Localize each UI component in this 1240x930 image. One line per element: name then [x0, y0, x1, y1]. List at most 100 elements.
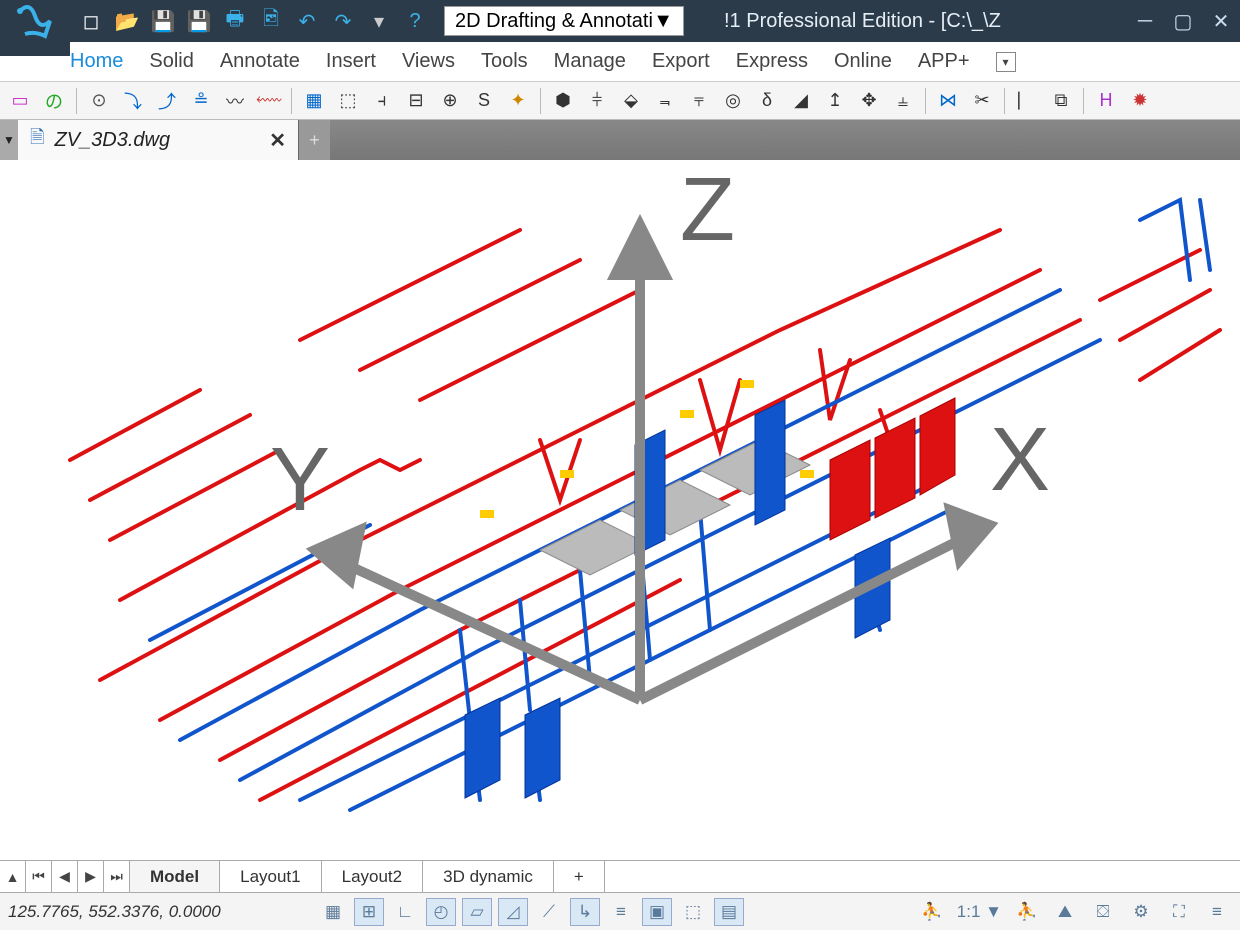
- status-person-button[interactable]: ⛹: [1012, 898, 1042, 926]
- tool-array[interactable]: ⫬: [651, 87, 679, 115]
- status-menu-button[interactable]: ≡: [1202, 898, 1232, 926]
- close-button[interactable]: ✕: [1202, 0, 1240, 42]
- open-icon[interactable]: 📂: [114, 8, 140, 34]
- menu-overflow-button[interactable]: ▾: [996, 52, 1016, 72]
- save-icon[interactable]: 💾: [150, 8, 176, 34]
- layout-tab-layout2[interactable]: Layout2: [322, 861, 424, 892]
- status-gear-button[interactable]: ⚙: [1126, 898, 1156, 926]
- tool-valve[interactable]: ⋈: [934, 87, 962, 115]
- status-lwt[interactable]: ▣: [642, 898, 672, 926]
- layout-tab-layout1[interactable]: Layout1: [220, 861, 322, 892]
- tool-polyline[interactable]: の: [40, 87, 68, 115]
- tool-hatch[interactable]: ✦: [504, 87, 532, 115]
- status-snap[interactable]: ⊞: [354, 898, 384, 926]
- layout-tab-model[interactable]: Model: [130, 861, 220, 892]
- tool-scale[interactable]: ✥: [855, 87, 883, 115]
- tab-close-icon[interactable]: ✕: [269, 128, 286, 153]
- app-logo[interactable]: [0, 0, 70, 56]
- status-polar[interactable]: ◴: [426, 898, 456, 926]
- status-fullscreen-button[interactable]: ⛶: [1164, 898, 1194, 926]
- new-icon[interactable]: ◻: [78, 8, 104, 34]
- menu-online[interactable]: Online: [834, 50, 892, 73]
- tool-grid[interactable]: ⧉: [1047, 87, 1075, 115]
- minimize-button[interactable]: ─: [1126, 0, 1164, 42]
- status-walk-button[interactable]: ⛰: [1050, 898, 1080, 926]
- menu-export[interactable]: Export: [652, 50, 710, 73]
- redo-icon[interactable]: ↷: [330, 8, 356, 34]
- menu-views[interactable]: Views: [402, 50, 455, 73]
- tool-extrude[interactable]: ⫩: [583, 87, 611, 115]
- status-bar: 125.7765, 552.3376, 0.0000 ▦⊞∟◴▱◿⟋↳≡▣⬚▤ …: [0, 892, 1240, 930]
- tool-spline[interactable]: S: [470, 87, 498, 115]
- status-ortho[interactable]: ∟: [390, 898, 420, 926]
- status-trans[interactable]: ⬚: [678, 898, 708, 926]
- document-tab-active[interactable]: 🗎 ZV_3D3.dwg ✕: [18, 120, 298, 160]
- annotation-scale[interactable]: 1:1 ▼: [957, 902, 1002, 922]
- print-icon[interactable]: 🖶: [222, 8, 248, 34]
- menu-insert[interactable]: Insert: [326, 50, 376, 73]
- tool-table[interactable]: ▦: [300, 87, 328, 115]
- layout-add-button[interactable]: +: [554, 861, 605, 892]
- tool-ring[interactable]: ◎: [719, 87, 747, 115]
- menu-home[interactable]: Home: [70, 50, 123, 73]
- person-icon[interactable]: ⛹: [917, 898, 947, 926]
- tool-align[interactable]: ⫧: [685, 87, 713, 115]
- more-icon[interactable]: ▾: [366, 8, 392, 34]
- undo-icon[interactable]: ↶: [294, 8, 320, 34]
- status-dyn[interactable]: ≡: [606, 898, 636, 926]
- layout-last-button[interactable]: ⏭: [104, 861, 130, 892]
- tool-move[interactable]: ↥: [821, 87, 849, 115]
- tool-rectangle[interactable]: ▭: [6, 87, 34, 115]
- layout-tab-3d-dynamic[interactable]: 3D dynamic: [423, 861, 554, 892]
- tool-break[interactable]: δ: [753, 87, 781, 115]
- tool-insert[interactable]: ⬚: [334, 87, 362, 115]
- status-ducs[interactable]: ↳: [570, 898, 600, 926]
- tool-sweep[interactable]: ⬙: [617, 87, 645, 115]
- tool-chamfer[interactable]: ◢: [787, 87, 815, 115]
- layout-up-button[interactable]: ▲: [0, 861, 26, 892]
- ucs-icon: X Y Z: [20, 160, 1240, 850]
- menu-solid[interactable]: Solid: [149, 50, 193, 73]
- tool-box3d[interactable]: ⬢: [549, 87, 577, 115]
- svg-text:Y: Y: [270, 430, 330, 530]
- tool-stretch[interactable]: ⫨: [889, 87, 917, 115]
- drawing-canvas[interactable]: X Y Z: [0, 160, 1240, 860]
- workspace-dropdown[interactable]: 2D Drafting & Annotati ▼: [444, 6, 684, 36]
- maximize-button[interactable]: ▢: [1164, 0, 1202, 42]
- menu-express[interactable]: Express: [736, 50, 808, 73]
- menu-app+[interactable]: APP+: [918, 50, 970, 73]
- status-osnap[interactable]: ◿: [498, 898, 528, 926]
- tool-offset[interactable]: ≗: [187, 87, 215, 115]
- tool-wave[interactable]: 〰: [221, 87, 249, 115]
- menu-manage[interactable]: Manage: [554, 50, 626, 73]
- layout-first-button[interactable]: ⏮: [26, 861, 52, 892]
- tool-center[interactable]: ⊕: [436, 87, 464, 115]
- tool-sun[interactable]: ✹: [1126, 87, 1154, 115]
- status-grid[interactable]: ▦: [318, 898, 348, 926]
- status-otrack[interactable]: ⟋: [534, 898, 564, 926]
- tool-arc-down[interactable]: ⤵: [119, 87, 147, 115]
- menu-annotate[interactable]: Annotate: [220, 50, 300, 73]
- new-tab-button[interactable]: +: [298, 120, 330, 160]
- coordinates-display[interactable]: 125.7765, 552.3376, 0.0000: [8, 902, 228, 922]
- status-toggles: ▦⊞∟◴▱◿⟋↳≡▣⬚▤: [318, 898, 744, 926]
- tool-trim[interactable]: ✂: [968, 87, 996, 115]
- status-qprop[interactable]: ▤: [714, 898, 744, 926]
- tab-dropdown-handle[interactable]: ▼: [0, 120, 18, 160]
- layout-prev-button[interactable]: ◀: [52, 861, 78, 892]
- tool-dim-lin[interactable]: ⫞: [368, 87, 396, 115]
- tool-circle[interactable]: ⊙: [85, 87, 113, 115]
- status-iso[interactable]: ▱: [462, 898, 492, 926]
- menu-tools[interactable]: Tools: [481, 50, 528, 73]
- toolbar-separator: [925, 88, 926, 114]
- status-nav-button[interactable]: ⛋: [1088, 898, 1118, 926]
- tool-h-tool[interactable]: H: [1092, 87, 1120, 115]
- tool-pipe[interactable]: ⎸: [1013, 87, 1041, 115]
- layout-next-button[interactable]: ▶: [78, 861, 104, 892]
- tool-dim-align[interactable]: ⊟: [402, 87, 430, 115]
- preview-icon[interactable]: 🖻: [258, 8, 284, 34]
- tool-arc-up[interactable]: ⤴: [153, 87, 181, 115]
- saveall-icon[interactable]: 💾: [186, 8, 212, 34]
- tool-pline[interactable]: ⬳: [255, 87, 283, 115]
- help-icon[interactable]: ?: [402, 8, 428, 34]
